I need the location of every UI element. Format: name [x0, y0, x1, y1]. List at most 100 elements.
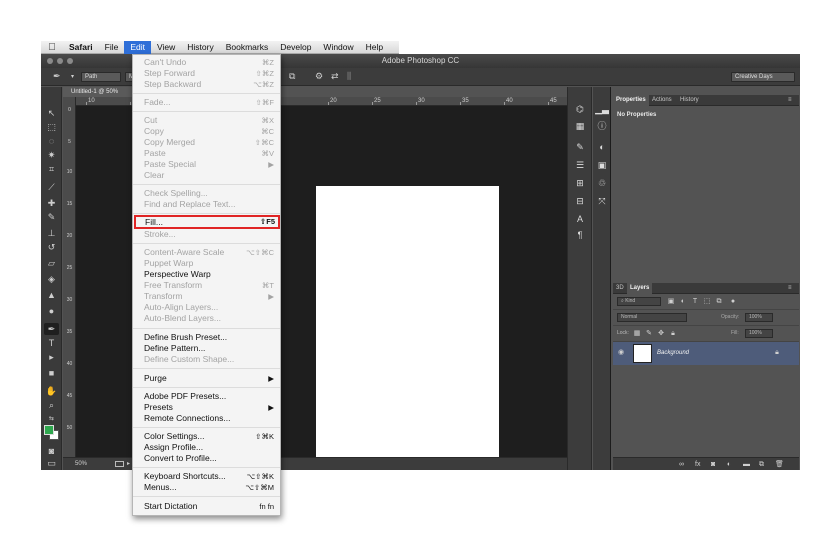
healing-brush-tool-icon[interactable]: ✚ [44, 197, 59, 209]
menu-item-find-replace[interactable]: Find and Replace Text... [133, 199, 280, 210]
menu-item-transform[interactable]: Transform ▶ [133, 291, 280, 302]
menu-item-step-backward[interactable]: Step Backward ⌥⌘Z [133, 79, 280, 90]
menu-item-stroke[interactable]: Stroke... [133, 229, 280, 240]
menu-item-define-brush[interactable]: Define Brush Preset... [133, 332, 280, 343]
menu-develop[interactable]: Develop [274, 41, 317, 54]
3d-panel-icon[interactable]: ⌬ [573, 103, 587, 115]
quick-select-tool-icon[interactable]: ✷ [44, 149, 59, 161]
menu-history[interactable]: History [181, 41, 219, 54]
preset-chevron-icon[interactable]: ▾ [71, 73, 74, 80]
menu-item-color-settings[interactable]: Color Settings... ⇧⌘K [133, 431, 280, 442]
menu-item-assign-profile[interactable]: Assign Profile... [133, 442, 280, 453]
menu-view[interactable]: View [151, 41, 181, 54]
menu-item-perspective-warp[interactable]: Perspective Warp [133, 269, 280, 280]
pen-tool-icon[interactable]: ✒ [44, 323, 59, 335]
menu-item-define-pattern[interactable]: Define Pattern... [133, 343, 280, 354]
eraser-tool-icon[interactable]: ▱ [44, 257, 59, 269]
menu-file[interactable]: File [99, 41, 125, 54]
status-arrow-icon[interactable]: ▸ [127, 458, 130, 470]
path-selection-tool-icon[interactable]: ▸ [44, 351, 59, 363]
minimize-window-icon[interactable] [57, 58, 63, 64]
new-adjustment-icon[interactable]: ◐ [727, 460, 731, 469]
menu-item-content-aware-scale[interactable]: Content-Aware Scale ⌥⇧⌘C [133, 247, 280, 258]
tool-presets-icon[interactable]: ⊟ [573, 195, 587, 207]
quick-mask-icon[interactable]: ◙ [44, 445, 59, 457]
layer-style-icon[interactable]: fx [695, 460, 700, 469]
blend-mode-select[interactable]: Normal [617, 313, 687, 322]
adjustments-icon[interactable]: ◐ [595, 141, 609, 153]
menu-item-menus[interactable]: Menus... ⌥⇧⌘M [133, 482, 280, 493]
menu-help[interactable]: Help [360, 41, 389, 54]
menu-item-clear[interactable]: Clear [133, 170, 280, 181]
paint-bucket-tool-icon[interactable]: ◈ [44, 273, 59, 285]
character-panel-icon[interactable]: A [573, 213, 587, 225]
panel-menu-icon[interactable]: ≡ [785, 95, 795, 106]
clone-source-icon[interactable]: ⊞ [573, 177, 587, 189]
kind-filter-select[interactable]: ⌕ Kind [617, 297, 661, 306]
menu-item-start-dictation[interactable]: Start Dictation fn fn [133, 501, 280, 512]
gear-icon[interactable]: ⚙ [315, 71, 323, 82]
close-window-icon[interactable] [47, 58, 53, 64]
paragraph-panel-icon[interactable]: ¶ [573, 229, 587, 241]
apple-menu-icon[interactable]:  [41, 42, 63, 53]
menu-item-step-forward[interactable]: Step Forward ⇧⌘Z [133, 68, 280, 79]
menu-item-paste[interactable]: Paste ⌘V [133, 148, 280, 159]
menu-item-presets[interactable]: Presets ▶ [133, 402, 280, 413]
filter-shape-icon[interactable]: ⬚ [703, 298, 711, 306]
tab-properties[interactable]: Properties [613, 95, 649, 106]
filter-toggle-icon[interactable]: ● [729, 298, 737, 306]
menu-item-undo[interactable]: Can't Undo ⌘Z [133, 57, 280, 68]
lock-all-icon[interactable]: 🔒︎ [669, 330, 677, 338]
menu-item-free-transform[interactable]: Free Transform ⌘T [133, 280, 280, 291]
menu-item-convert-profile[interactable]: Convert to Profile... [133, 453, 280, 464]
new-layer-icon[interactable]: ⧉ [759, 460, 764, 469]
menu-item-remote-connections[interactable]: Remote Connections... [133, 413, 280, 424]
menu-item-cut[interactable]: Cut ⌘X [133, 115, 280, 126]
zoom-window-icon[interactable] [67, 58, 73, 64]
type-tool-icon[interactable]: T [44, 337, 59, 349]
menu-item-check-spelling[interactable]: Check Spelling... [133, 188, 280, 199]
eye-visibility-icon[interactable]: ◉ [617, 349, 625, 357]
menu-edit[interactable]: Edit [124, 40, 151, 54]
info-icon[interactable]: ⓘ [595, 120, 609, 132]
fill-field[interactable]: 100% [745, 329, 773, 338]
menu-item-define-shape[interactable]: Define Custom Shape... [133, 354, 280, 365]
menu-item-copy-merged[interactable]: Copy Merged ⇧⌘C [133, 137, 280, 148]
layer-row-background[interactable]: ◉ Background 🔒︎ [613, 342, 799, 365]
menu-safari[interactable]: Safari [63, 41, 99, 54]
tab-history[interactable]: History [677, 95, 702, 106]
auto-add-delete-icon[interactable]: ⇄ [331, 71, 339, 82]
menu-item-auto-align[interactable]: Auto-Align Layers... [133, 302, 280, 313]
lock-transparent-icon[interactable]: ▦ [633, 330, 641, 338]
filter-pixel-icon[interactable]: ▣ [667, 298, 675, 306]
color-panel-icon[interactable]: ▣ [595, 159, 609, 171]
histogram-icon[interactable]: ▁▃ [595, 103, 609, 115]
brush-panel-icon[interactable]: ✎ [573, 141, 587, 153]
crop-tool-icon[interactable]: ⌗ [44, 163, 59, 175]
menu-item-auto-blend[interactable]: Auto-Blend Layers... [133, 313, 280, 324]
move-tool-icon[interactable]: ↖ [44, 107, 59, 119]
zoom-tool-icon[interactable]: ⌕ [44, 399, 59, 411]
new-group-icon[interactable]: ▬ [743, 460, 750, 469]
menu-item-fade[interactable]: Fade... ⇧⌘F [133, 97, 280, 108]
foreground-color-swatch[interactable] [44, 425, 54, 435]
align-edges-icon[interactable]: ⫼ [347, 71, 351, 82]
layer-name[interactable]: Background [657, 342, 689, 365]
swap-colors-icon[interactable]: ⇆ [44, 413, 59, 425]
filter-smart-object-icon[interactable]: ⧉ [715, 298, 723, 306]
dodge-tool-icon[interactable]: ● [44, 305, 59, 317]
lock-pixels-icon[interactable]: ✎ [645, 330, 653, 338]
eyedropper-tool-icon[interactable]: ⟋ [44, 181, 59, 193]
swatches-icon[interactable]: ♲ [595, 177, 609, 189]
lock-position-icon[interactable]: ✥ [657, 330, 665, 338]
opacity-field[interactable]: 100% [745, 313, 773, 322]
blur-tool-icon[interactable]: ▲ [44, 289, 59, 301]
layers-panel-menu-icon[interactable]: ≡ [785, 283, 795, 294]
marquee-tool-icon[interactable]: ⬚ [44, 121, 59, 133]
pen-tool-preset-icon[interactable]: ✒ [53, 71, 61, 82]
menu-item-keyboard-shortcuts[interactable]: Keyboard Shortcuts... ⌥⇧⌘K [133, 471, 280, 482]
filter-adjustment-icon[interactable]: ◐ [679, 298, 687, 306]
menu-item-paste-special[interactable]: Paste Special ▶ [133, 159, 280, 170]
doc-info-icon[interactable] [115, 461, 124, 467]
filter-type-icon[interactable]: T [691, 298, 699, 306]
